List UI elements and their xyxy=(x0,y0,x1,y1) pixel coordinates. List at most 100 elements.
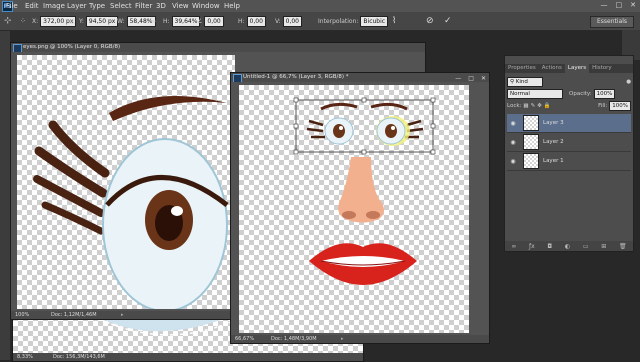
maximize-icon[interactable]: □ xyxy=(468,74,474,82)
kind-label: Kind xyxy=(515,79,528,85)
group-icon[interactable]: ▭ xyxy=(583,243,589,250)
blend-mode-select[interactable]: Normal xyxy=(507,89,563,99)
link-icon[interactable]: ∞ xyxy=(151,16,156,26)
maximize-icon[interactable]: □ xyxy=(616,1,623,9)
cartoon-eye-art xyxy=(33,95,229,309)
document-icon xyxy=(13,44,22,52)
app-window-controls: — □ ✕ xyxy=(601,1,637,9)
menu-help[interactable]: Help xyxy=(224,1,240,11)
y-label: Y: xyxy=(79,17,84,25)
doc-size: Doc: 1,48M/3,90M xyxy=(271,336,317,342)
warp-icon[interactable]: ⌇ xyxy=(392,16,396,26)
status-arrow-icon[interactable]: ▸ xyxy=(341,335,344,343)
fill-field[interactable]: 100% xyxy=(609,101,631,111)
layer-name[interactable]: Layer 1 xyxy=(543,158,564,164)
menu-3d[interactable]: 3D xyxy=(156,1,166,11)
options-bar: ⊹ ⁘ X: 372,00 px △ Y: 94,50 px W: 58,48%… xyxy=(0,12,640,31)
eyes-canvas[interactable] xyxy=(17,55,235,309)
lock-row: Lock: ▦ ✎ ✥ 🔒 Fill: 100% xyxy=(507,101,631,111)
tab-layers[interactable]: Layers xyxy=(564,64,590,73)
untitled-titlebar[interactable]: Untitled-1 @ 66,7% (Layer 3, RGB/8) * — … xyxy=(231,73,489,82)
fill-label: Fill: xyxy=(598,103,608,109)
adjustment-icon[interactable]: ◐ xyxy=(565,243,570,250)
interpolation-select[interactable]: Bicubic xyxy=(360,15,389,27)
filter-row: ⚲ Kind ● xyxy=(507,77,631,87)
visibility-eye-icon[interactable]: ◉ xyxy=(507,139,519,146)
menu-image[interactable]: Image xyxy=(43,1,65,11)
new-layer-icon[interactable]: ⊞ xyxy=(601,243,606,250)
tab-properties[interactable]: Properties xyxy=(505,64,539,73)
mask-icon[interactable]: ◘ xyxy=(547,243,552,250)
untitled-canvas[interactable] xyxy=(239,85,469,333)
zoom-level[interactable]: 8,33% xyxy=(17,354,33,360)
status-arrow-icon[interactable]: ▸ xyxy=(121,311,124,319)
kind-filter-select[interactable]: ⚲ Kind xyxy=(507,77,543,87)
transform-tool-icon[interactable]: ⊹ xyxy=(4,16,12,26)
opacity-field[interactable]: 100% xyxy=(593,89,616,99)
commit-transform-icon[interactable]: ✓ xyxy=(444,16,452,26)
menu-type[interactable]: Type xyxy=(89,1,105,11)
interpolation-label: Interpolation: xyxy=(318,17,359,25)
zoom-level[interactable]: 100% xyxy=(15,312,29,318)
close-icon[interactable]: ✕ xyxy=(481,74,486,82)
minimize-icon[interactable]: — xyxy=(455,74,461,82)
delta-icon[interactable]: △ xyxy=(70,16,75,26)
angle-field[interactable]: 0,00 xyxy=(204,15,224,27)
close-icon[interactable]: ✕ xyxy=(630,1,636,9)
layer-row-3[interactable]: ◉ Layer 3 xyxy=(507,114,631,133)
reference-point-icon[interactable]: ⁘ xyxy=(20,16,26,26)
tab-actions[interactable]: Actions xyxy=(539,64,565,73)
link-layers-icon[interactable]: ∞ xyxy=(511,243,516,250)
lock-all-icon[interactable]: 🔒 xyxy=(544,103,551,109)
trash-icon[interactable]: 🗑 xyxy=(619,243,627,250)
lock-label: Lock: xyxy=(507,103,522,109)
menu-file[interactable]: File xyxy=(6,1,18,11)
h-label: H: xyxy=(163,17,170,25)
blend-row: Normal Opacity: 100% xyxy=(507,89,631,99)
eyes-title: eyes.png @ 100% (Layer 0, RGB/8) xyxy=(23,44,121,50)
menu-select[interactable]: Select xyxy=(110,1,132,11)
x-label: X: xyxy=(32,17,39,25)
visibility-eye-icon[interactable]: ◉ xyxy=(507,120,519,127)
fx-icon[interactable]: ƒx xyxy=(529,243,535,250)
layers-footer: ∞ ƒx ◘ ◐ ▭ ⊞ 🗑 xyxy=(505,241,633,251)
layers-panel: Properties Actions Layers History ⚲ Kind… xyxy=(504,55,634,252)
layer-row-2[interactable]: ◉ Layer 2 xyxy=(507,133,631,152)
tab-history[interactable]: History xyxy=(589,64,615,73)
menu-filter[interactable]: Filter xyxy=(135,1,152,11)
lock-move-icon[interactable]: ✥ xyxy=(537,103,542,109)
status-bar-untitled: 66,67% Doc: 1,48M/3,90M ▸ xyxy=(231,335,489,343)
layer-name[interactable]: Layer 2 xyxy=(543,139,564,145)
layer-row-1[interactable]: ◉ Layer 1 xyxy=(507,152,631,171)
visibility-eye-icon[interactable]: ◉ xyxy=(507,158,519,165)
cancel-transform-icon[interactable]: ⊘ xyxy=(426,16,434,26)
y-field[interactable]: 94,50 px xyxy=(85,15,119,27)
lock-pixels-icon[interactable]: ▦ xyxy=(523,103,528,109)
workspace-switcher[interactable]: Essentials xyxy=(589,16,634,28)
menu-edit[interactable]: Edit xyxy=(25,1,39,11)
document-window-untitled[interactable]: Untitled-1 @ 66,7% (Layer 3, RGB/8) * — … xyxy=(230,72,490,344)
menu-view[interactable]: View xyxy=(172,1,189,11)
minimize-icon[interactable]: — xyxy=(601,1,608,9)
zoom-level[interactable]: 66,67% xyxy=(235,336,254,342)
vskew-field[interactable]: 0,00 xyxy=(282,15,302,27)
menu-window[interactable]: Window xyxy=(192,1,220,11)
menu-bar: Ps File Edit Image Layer Type Select Fil… xyxy=(0,0,640,12)
untitled-title: Untitled-1 @ 66,7% (Layer 3, RGB/8) * xyxy=(243,74,349,80)
layer-thumbnail xyxy=(523,115,539,131)
w-label: W: xyxy=(117,17,125,25)
menu-layer[interactable]: Layer xyxy=(67,1,87,11)
eyes-titlebar[interactable]: eyes.png @ 100% (Layer 0, RGB/8) xyxy=(11,43,425,52)
tools-panel xyxy=(0,31,10,360)
layer-thumbnail xyxy=(523,153,539,169)
layer-name[interactable]: Layer 3 xyxy=(543,120,564,126)
layer-thumbnail xyxy=(523,134,539,150)
panel-tabs: Properties Actions Layers History xyxy=(505,64,633,73)
filter-toggle-icon[interactable]: ● xyxy=(626,79,631,85)
face-composition xyxy=(293,97,436,285)
hskew-label: H: xyxy=(238,17,245,25)
opacity-label: Opacity: xyxy=(569,91,592,97)
doc-window-controls: — □ ✕ xyxy=(455,74,486,82)
hskew-field[interactable]: 0,00 xyxy=(246,15,266,27)
lock-paint-icon[interactable]: ✎ xyxy=(531,103,536,109)
